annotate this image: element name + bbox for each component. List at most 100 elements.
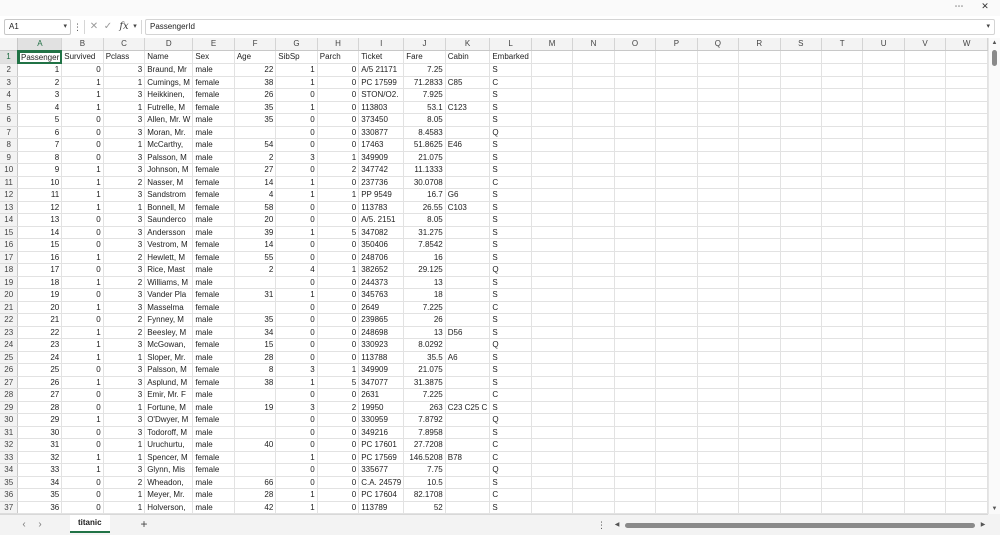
cell[interactable]	[445, 263, 491, 277]
cell[interactable]: 3	[275, 151, 318, 164]
cell[interactable]: 113803	[358, 101, 405, 114]
cell[interactable]: 42	[234, 501, 277, 514]
cell[interactable]: O'Dwyer, M	[144, 413, 194, 427]
cell[interactable]	[655, 451, 698, 464]
cell[interactable]	[862, 151, 905, 164]
cell[interactable]: 0	[317, 451, 360, 464]
cell[interactable]: 0	[61, 113, 104, 127]
cell[interactable]	[862, 301, 905, 314]
cell[interactable]: 0	[61, 263, 104, 277]
cell[interactable]	[904, 401, 947, 414]
cell[interactable]: 330877	[358, 126, 405, 139]
cell[interactable]	[572, 251, 615, 264]
cell[interactable]	[697, 363, 740, 377]
cell[interactable]: 7.75	[403, 463, 446, 477]
cell[interactable]: Rice, Mast	[144, 263, 194, 277]
cell[interactable]	[572, 238, 615, 252]
cell[interactable]	[445, 226, 491, 239]
cell[interactable]	[780, 63, 822, 77]
cell[interactable]: 237736	[358, 176, 405, 189]
cell[interactable]	[904, 238, 947, 252]
cell[interactable]: 9	[17, 163, 63, 177]
row-header[interactable]: 18	[0, 263, 19, 277]
cell[interactable]	[655, 276, 698, 289]
row-header[interactable]: 31	[0, 426, 19, 439]
cell[interactable]: 3	[103, 263, 146, 277]
cell[interactable]: 28	[234, 351, 277, 364]
row-header[interactable]: 26	[0, 363, 19, 377]
cell[interactable]: Bonnell, M	[144, 201, 194, 214]
cell[interactable]: 28	[17, 401, 63, 414]
cell[interactable]	[945, 288, 988, 302]
cell[interactable]: 0	[317, 201, 360, 214]
cell[interactable]: male	[192, 138, 235, 152]
cell[interactable]: 7.225	[403, 301, 446, 314]
scroll-up-icon[interactable]: ▲	[989, 38, 1000, 48]
cell[interactable]: 3	[103, 376, 146, 389]
cell[interactable]	[945, 276, 988, 289]
cell[interactable]	[531, 238, 574, 252]
row-header[interactable]: 27	[0, 376, 19, 389]
cell[interactable]	[780, 88, 822, 102]
cell[interactable]: 1	[61, 451, 104, 464]
cell[interactable]	[572, 126, 615, 139]
cell[interactable]: 2	[103, 476, 146, 489]
cell[interactable]	[697, 451, 740, 464]
row-header[interactable]: 6	[0, 113, 19, 127]
cell[interactable]	[738, 263, 781, 277]
cell[interactable]: S	[489, 63, 532, 77]
cell[interactable]	[572, 188, 615, 202]
cell[interactable]	[862, 113, 905, 127]
cell[interactable]	[821, 63, 864, 77]
cell[interactable]: 0	[317, 288, 360, 302]
cell[interactable]: 0	[61, 288, 104, 302]
cell[interactable]: male	[192, 351, 235, 364]
cell[interactable]	[945, 238, 988, 252]
chevron-down-icon[interactable]: ▾	[129, 19, 141, 35]
cell[interactable]: 15	[234, 338, 277, 352]
cell[interactable]: 1	[103, 201, 146, 214]
sheet-tab-titanic[interactable]: titanic	[70, 515, 110, 533]
cell[interactable]	[445, 251, 491, 264]
cell[interactable]	[531, 188, 574, 202]
cell[interactable]	[862, 426, 905, 439]
row-header[interactable]: 30	[0, 413, 19, 427]
cell[interactable]: 19	[17, 288, 63, 302]
cell[interactable]: 0	[317, 138, 360, 152]
column-header-o[interactable]: O	[614, 38, 657, 51]
cell[interactable]	[945, 501, 988, 514]
cell[interactable]: 1	[275, 451, 318, 464]
cell[interactable]: S	[489, 376, 532, 389]
cell[interactable]: 15	[17, 238, 63, 252]
cell[interactable]	[862, 451, 905, 464]
cell[interactable]: 0	[317, 438, 360, 452]
cell[interactable]	[904, 163, 947, 177]
cell[interactable]	[904, 50, 947, 64]
cell[interactable]: female	[192, 201, 235, 214]
cell[interactable]	[572, 351, 615, 364]
cell[interactable]: 0	[317, 426, 360, 439]
cell[interactable]: S	[489, 88, 532, 102]
cell[interactable]	[904, 426, 947, 439]
cell[interactable]: 0	[317, 126, 360, 139]
cell[interactable]: 3	[103, 226, 146, 239]
cell[interactable]: 1	[317, 263, 360, 277]
cell[interactable]: female	[192, 88, 235, 102]
cell[interactable]: 0	[275, 238, 318, 252]
cell[interactable]	[904, 76, 947, 89]
cell[interactable]	[821, 138, 864, 152]
cell[interactable]	[780, 101, 822, 114]
cell[interactable]	[945, 113, 988, 127]
cell[interactable]: Q	[489, 338, 532, 352]
cell[interactable]: C	[489, 438, 532, 452]
cell[interactable]	[572, 101, 615, 114]
cell[interactable]: 0	[317, 338, 360, 352]
cell[interactable]	[655, 151, 698, 164]
cell[interactable]	[572, 276, 615, 289]
cell[interactable]	[862, 363, 905, 377]
cell[interactable]	[697, 201, 740, 214]
cell[interactable]: 8.0292	[403, 338, 446, 352]
cell[interactable]	[862, 251, 905, 264]
cell[interactable]	[614, 238, 657, 252]
cell[interactable]: male	[192, 151, 235, 164]
